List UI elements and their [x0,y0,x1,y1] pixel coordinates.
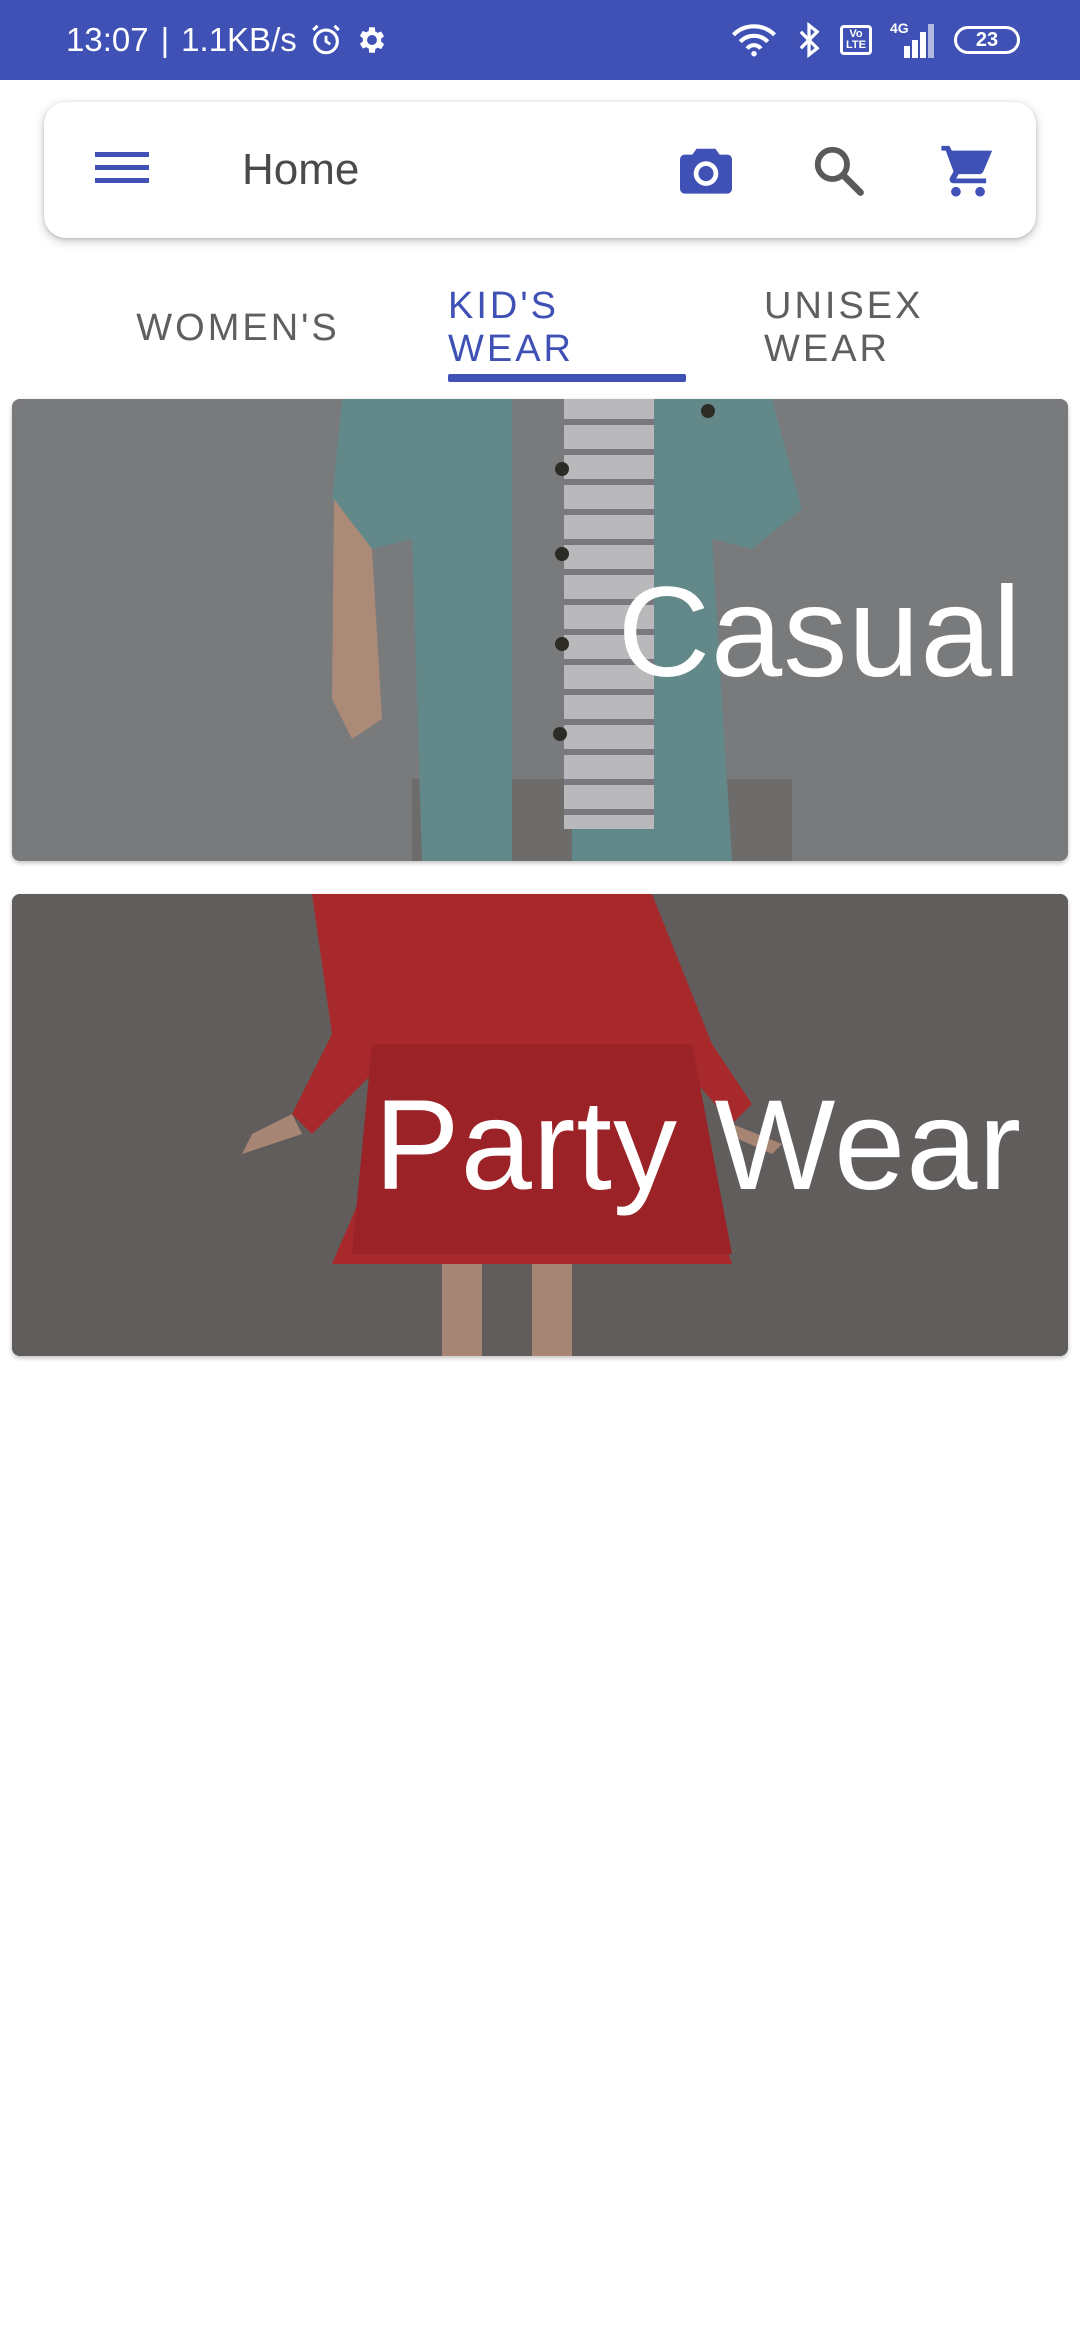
category-label-casual: Casual [617,561,1022,704]
status-network-speed: 1.1KB/s [181,21,297,58]
status-time: 13:07 [66,21,149,58]
settings-icon [355,23,389,57]
menu-button[interactable] [92,140,152,200]
status-right: Vo LTE 4G 23 [730,0,1020,80]
bluetooth-icon [796,22,822,58]
camera-icon [677,144,735,201]
wifi-icon [730,22,778,58]
volte-icon: Vo LTE [840,25,872,55]
category-tabs: WOMEN'S KID'S WEAR UNISEX WEAR [0,270,1080,386]
toolbar-title[interactable]: Home [242,102,359,238]
battery-level: 23 [975,28,999,51]
alarm-icon [309,23,343,57]
shopping-cart-icon [938,141,998,204]
search-button[interactable] [806,140,870,204]
active-tab-indicator [448,374,686,382]
category-card-casual[interactable]: Casual [12,399,1068,861]
status-left: 13:07 | 1.1KB/s [66,0,389,80]
category-label-party-wear: Party Wear [374,1074,1022,1217]
category-card-party-wear[interactable]: Party Wear [12,894,1068,1356]
battery-icon: 23 [954,26,1020,54]
tab-kids-wear[interactable]: KID'S WEAR [448,270,686,386]
volte-bottom-label: LTE [846,39,866,51]
tab-unisex-wear[interactable]: UNISEX WEAR [764,270,1054,386]
tab-womens[interactable]: WOMEN'S [120,270,356,386]
status-bar: 13:07 | 1.1KB/s Vo LTE 4G 23 [0,0,1080,80]
status-separator: | [160,21,170,58]
search-icon [811,143,865,202]
hamburger-menu-icon [95,148,149,193]
signal-icon: 4G [890,20,936,58]
camera-button[interactable] [674,140,738,204]
toolbar-card: Home [44,102,1036,238]
cart-button[interactable] [936,140,1000,204]
